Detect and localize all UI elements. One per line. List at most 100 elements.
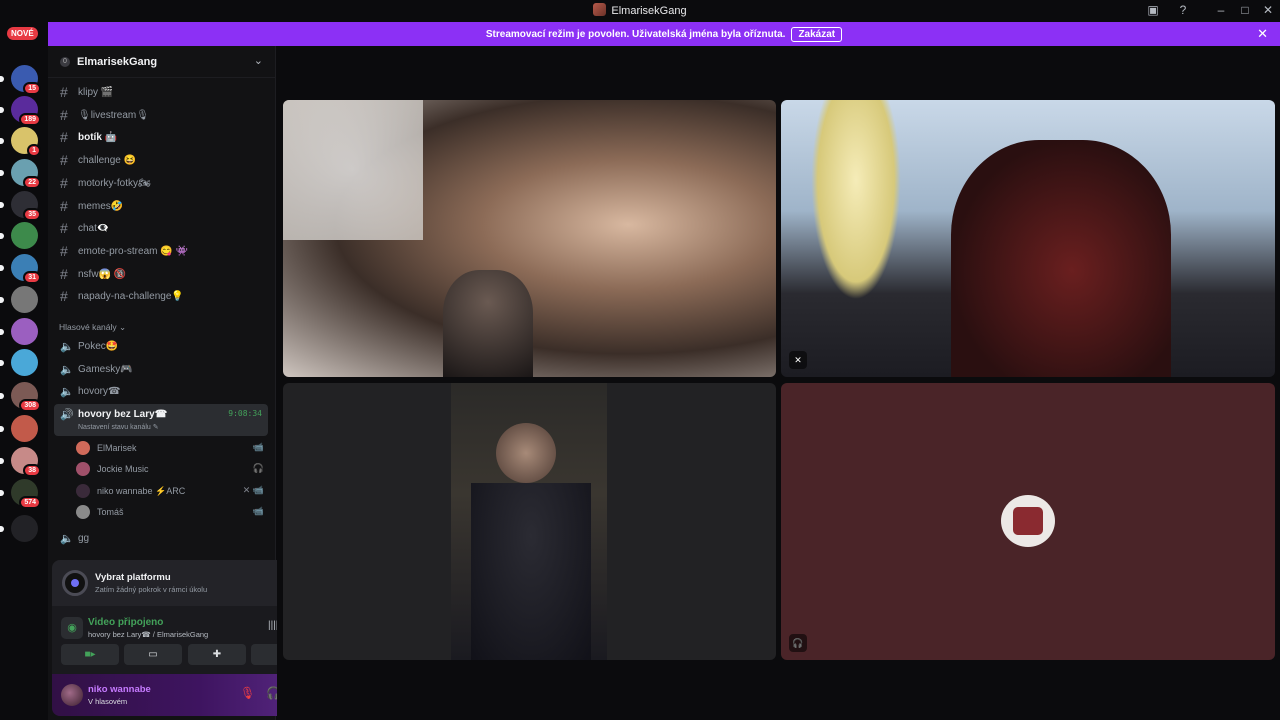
server-icon[interactable] xyxy=(11,515,38,542)
hash-icon: # xyxy=(60,84,68,100)
camera-button[interactable]: ■▸ xyxy=(61,644,119,665)
server-icon[interactable]: 308 xyxy=(11,382,41,412)
voice-user[interactable]: Jockie Music 🎧 xyxy=(76,459,268,478)
headphones-icon: 🎧 xyxy=(789,634,807,652)
text-channel[interactable]: # botík 🤖 xyxy=(54,127,268,148)
voice-timer: 9:08:34 xyxy=(228,409,262,418)
server-icon[interactable] xyxy=(11,286,38,313)
active-voice-channel[interactable]: 🔊 hovory bez Lary☎ 9:08:34 Nastavení sta… xyxy=(54,404,268,436)
close-window-button[interactable]: ✕ xyxy=(1260,2,1276,18)
avatar xyxy=(76,504,90,519)
banner-message: Streamovací režim je povolen. Uživatelsk… xyxy=(485,29,786,40)
help-icon[interactable]: ? xyxy=(1175,2,1191,18)
voice-status-icons: 📹 xyxy=(252,505,264,516)
hash-icon: # xyxy=(60,106,68,123)
text-channel[interactable]: # chat👁‍🗨 xyxy=(54,218,268,239)
screen-share-icon[interactable]: ▣ xyxy=(1145,2,1161,18)
voice-user-name: Jockie Music xyxy=(97,464,149,475)
server-icon[interactable]: 38 xyxy=(11,447,41,477)
maximize-button[interactable]: □ xyxy=(1237,2,1253,18)
voice-status-icons: 📹 xyxy=(252,442,264,452)
server-pill xyxy=(0,526,4,532)
voice-channel-gg[interactable]: 🔈 gg xyxy=(54,528,268,549)
active-voice-channel-name: hovory bez Lary☎ xyxy=(78,409,168,420)
voice-channel[interactable]: 🔈 hovory☎ xyxy=(54,381,268,402)
avatar-image xyxy=(1013,507,1043,535)
speaker-icon: 🔈 xyxy=(60,341,74,353)
server-pill xyxy=(0,393,4,399)
server-icon[interactable] xyxy=(11,318,38,345)
disable-streamer-mode-button[interactable]: Zakázat xyxy=(791,27,843,42)
unread-badge: 38 xyxy=(23,464,41,477)
text-channel[interactable]: # nsfw😱 🔞 xyxy=(54,264,268,285)
signal-icon[interactable]: ◉ xyxy=(61,617,83,639)
new-badge[interactable]: NOVÉ xyxy=(7,27,38,40)
text-channel[interactable]: # memes🤣 xyxy=(54,196,268,217)
voice-user[interactable]: ElMarisek 📹 xyxy=(76,438,268,457)
text-channel[interactable]: # napady-na-challenge💡 xyxy=(54,286,268,307)
app-icon xyxy=(593,3,607,16)
hash-icon: # xyxy=(60,288,68,305)
video-frame-decor xyxy=(811,100,901,300)
server-icon[interactable]: 31 xyxy=(11,254,41,284)
text-channel[interactable]: # motorky-fotky🏍 xyxy=(54,173,268,194)
server-icon[interactable]: 15 xyxy=(11,65,41,95)
hash-icon: # xyxy=(60,152,68,169)
channel-name: Gamesky🎮 xyxy=(78,363,133,375)
chevron-down-icon[interactable]: ⌄ xyxy=(254,54,263,67)
text-channel[interactable]: # 🎙livestream🎙 xyxy=(54,105,268,126)
minimize-button[interactable]: – xyxy=(1213,2,1229,18)
video-tile-4[interactable]: 🎧 xyxy=(781,383,1275,660)
server-icon[interactable]: 189 xyxy=(11,96,41,126)
user-name[interactable]: niko wannabe xyxy=(88,684,151,695)
channel-name: 🎙livestream🎙 xyxy=(78,109,149,121)
voice-channel[interactable]: 🔈 Gamesky🎮 xyxy=(54,359,268,380)
server-pill xyxy=(0,426,4,432)
server-icon[interactable] xyxy=(11,349,38,376)
guild-header[interactable]: 0 ElmarisekGang ⌄ xyxy=(48,46,275,78)
text-channel[interactable]: # emote-pro-stream 😋 👾 xyxy=(54,241,268,262)
server-pill xyxy=(0,138,4,144)
share-screen-button[interactable]: ▭ xyxy=(124,644,182,665)
video-tile-1[interactable] xyxy=(283,100,776,377)
voice-status-icons: 🎧 xyxy=(252,463,264,474)
text-channel[interactable]: # challenge 😆 xyxy=(54,150,268,171)
voice-user-name: Tomáš xyxy=(97,506,124,517)
voice-section-title[interactable]: Hlasové kanály ⌄ xyxy=(59,322,126,333)
server-list: NOVÉ 15 189 1 22 35 31 308 38 574 xyxy=(0,21,48,720)
avatar[interactable] xyxy=(61,684,83,706)
server-icon[interactable] xyxy=(11,415,38,442)
window-title: ElmarisekGang xyxy=(0,3,1280,17)
voice-user-name: ElMarisek xyxy=(97,443,137,453)
server-icon[interactable]: 1 xyxy=(11,127,41,157)
camera-feed xyxy=(451,383,607,660)
streamer-mode-banner: Streamovací režim je povolen. Uživatelsk… xyxy=(48,22,1280,46)
unread-badge: 1 xyxy=(27,144,41,157)
channel-name: botík 🤖 xyxy=(78,132,118,144)
video-tile-3[interactable] xyxy=(283,383,776,660)
voice-user[interactable]: Tomáš 📹 xyxy=(76,502,268,521)
server-icon[interactable]: 35 xyxy=(11,191,41,221)
server-icon[interactable] xyxy=(11,222,38,249)
server-icon[interactable]: 22 xyxy=(11,159,41,189)
voice-user[interactable]: niko wannabe ⚡ARC ✕ 📹 xyxy=(76,481,268,500)
mute-mic-icon[interactable]: 🎙 xyxy=(240,686,255,700)
server-pill xyxy=(0,170,4,176)
channel-name: klipy 🎬 xyxy=(78,87,114,98)
connection-subtitle[interactable]: hovory bez Lary☎ / ElmarisekGang xyxy=(88,630,208,639)
close-banner-icon[interactable]: ✕ xyxy=(1257,26,1268,42)
voice-channel[interactable]: 🔈 Pokec🤩 xyxy=(54,336,268,357)
server-pill xyxy=(0,458,4,464)
quest-icon xyxy=(62,570,88,596)
channel-status-setting[interactable]: Nastavení stavu kanálu ✎ xyxy=(78,423,159,431)
user-avatar xyxy=(1001,495,1055,547)
quest-subtitle: Zatím žádný pokrok v rámci úkolu xyxy=(95,585,208,594)
text-channel[interactable]: # klipy 🎬 xyxy=(54,82,268,103)
channel-name: memes🤣 xyxy=(78,200,124,212)
activities-button[interactable]: ✚ xyxy=(188,644,246,665)
server-pill xyxy=(0,490,4,496)
connection-title[interactable]: Video připojeno xyxy=(88,617,163,628)
channel-name: Pokec🤩 xyxy=(78,341,119,352)
server-icon[interactable]: 574 xyxy=(11,479,41,509)
video-tile-2[interactable]: ✕ xyxy=(781,100,1275,377)
